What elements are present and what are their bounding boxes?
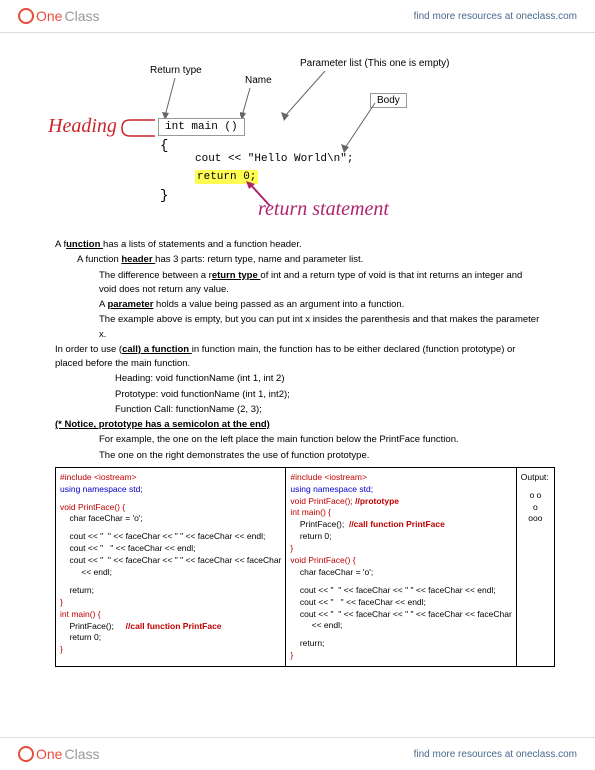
para-function: A function has a lists of statements and… (55, 238, 540, 252)
table-row: #include <iostream> using namespace std;… (56, 467, 555, 666)
brace-left-icon (120, 118, 160, 138)
para-prototype-ex: Prototype: void functionName (int 1, int… (115, 388, 540, 402)
para-example: The example above is empty, but you can … (99, 313, 540, 342)
logo-circle-icon (18, 8, 34, 24)
header-bar: OneClass find more resources at oneclass… (0, 0, 595, 33)
label-name: Name (245, 75, 272, 86)
para-call: In order to use (call) a function in fun… (55, 343, 540, 372)
footer-logo: OneClass (18, 746, 99, 762)
logo-class: Class (64, 746, 99, 762)
heading-handwritten: Heading (48, 115, 117, 138)
label-parameter-list: Parameter list (This one is empty) (300, 58, 450, 69)
footer-resources-link[interactable]: find more resources at oneclass.com (414, 749, 577, 760)
notes-content: A function has a lists of statements and… (0, 238, 595, 463)
para-example-right: The one on the right demonstrates the us… (99, 449, 540, 463)
logo-one: One (36, 8, 62, 24)
para-heading-ex: Heading: void functionName (int 1, int 2… (115, 372, 540, 386)
footer-bar: OneClass find more resources at oneclass… (0, 737, 595, 770)
close-brace: } (160, 188, 168, 204)
code-comparison-table: #include <iostream> using namespace std;… (55, 467, 555, 667)
open-brace: { (160, 138, 168, 154)
resources-link[interactable]: find more resources at oneclass.com (414, 11, 577, 22)
logo: OneClass (18, 8, 99, 24)
para-return-type: The difference between a return type of … (99, 269, 540, 298)
label-return-type: Return type (150, 65, 202, 76)
logo-class: Class (64, 8, 99, 24)
para-parameter: A parameter holds a value being passed a… (99, 298, 540, 312)
para-notice: (* Notice, prototype has a semicolon at … (55, 418, 540, 432)
para-example-left: For example, the one on the left place t… (99, 433, 540, 447)
arrow-return-type-icon (160, 78, 190, 123)
logo-circle-icon (18, 746, 34, 762)
logo-one: One (36, 746, 62, 762)
arrow-body-icon (340, 103, 380, 153)
arrow-param-icon (280, 71, 330, 123)
return-statement-handwritten: return statement (258, 198, 389, 221)
para-header: A function header has 3 parts: return ty… (77, 253, 540, 267)
code-cout: cout << "Hello World\n"; (195, 153, 353, 165)
output-cell: Output: o o o ooo (516, 467, 554, 666)
code-int-main: int main () (158, 118, 245, 136)
code-left-cell: #include <iostream> using namespace std;… (56, 467, 286, 666)
para-call-ex: Function Call: functionName (2, 3); (115, 403, 540, 417)
function-diagram: Return type Name Parameter list (This on… (0, 43, 595, 238)
code-right-cell: #include <iostream> using namespace std;… (286, 467, 516, 666)
